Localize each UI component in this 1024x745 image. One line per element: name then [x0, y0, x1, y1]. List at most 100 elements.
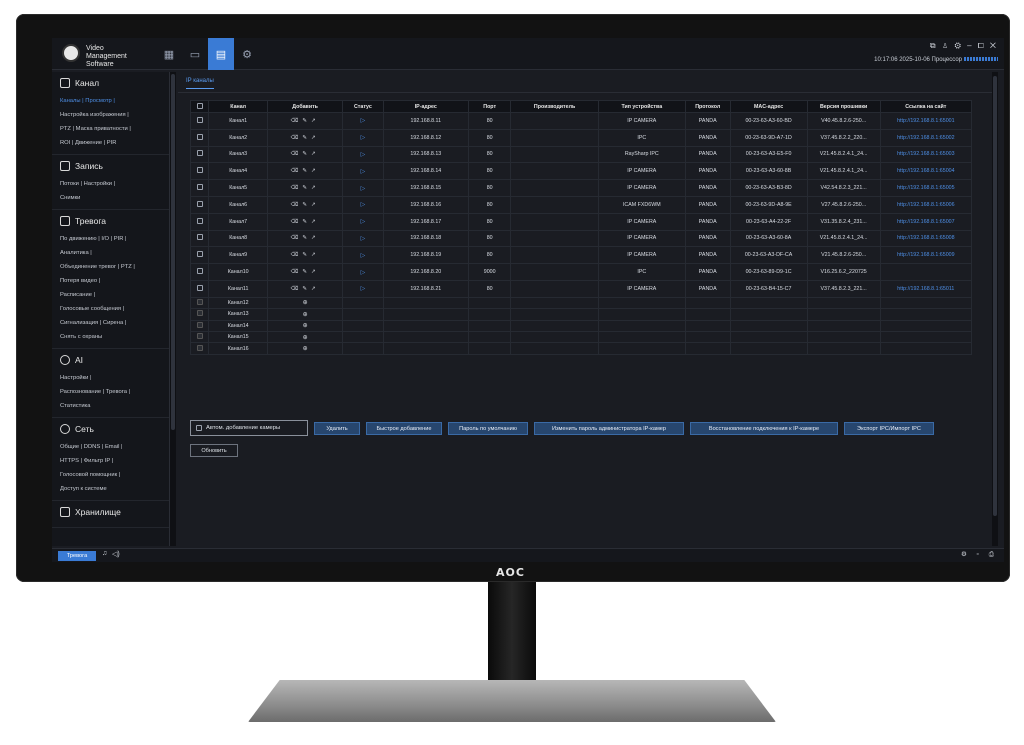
row-checkbox[interactable] [196, 268, 203, 275]
delete-icon[interactable]: ⌫ [291, 252, 303, 258]
link-icon[interactable]: ↗ [311, 118, 320, 124]
sidebar-link[interactable]: PTZ | Маска приватности | [60, 122, 163, 136]
quick-add-button[interactable]: Быстрое добавление [366, 422, 442, 435]
sidebar-section-header[interactable]: AI [60, 355, 163, 365]
sidebar-link[interactable]: Снимки [60, 191, 163, 205]
sidebar-link[interactable]: Потоки | Настройки | [60, 177, 163, 191]
delete-icon[interactable]: ⌫ [291, 118, 303, 124]
table-row[interactable]: Канал16 ⊕ [189, 342, 973, 355]
delete-icon[interactable]: ⌫ [291, 286, 303, 292]
sidebar-section-header[interactable]: Канал [60, 78, 163, 88]
website-link[interactable]: http://192.168.8.1:65007 [879, 212, 973, 231]
website-link[interactable]: http://192.168.8.1:65011 [879, 279, 973, 298]
row-checkbox[interactable] [196, 217, 203, 224]
sidebar-link[interactable]: ROI | Движение | PIR [60, 136, 163, 150]
refresh-button[interactable]: Обновить [190, 444, 238, 457]
link-icon[interactable]: ↗ [311, 135, 320, 141]
play-icon[interactable]: ▷ [361, 219, 366, 225]
edit-icon[interactable]: ✎ [302, 286, 311, 292]
restore-connection-button[interactable]: Восстановление подключения к IP-камере [690, 422, 838, 435]
add-channel-icon[interactable]: ⊕ [303, 346, 308, 352]
delete-icon[interactable]: ⌫ [291, 151, 303, 157]
sidebar-scrollbar[interactable] [170, 72, 176, 546]
edit-icon[interactable]: ✎ [302, 202, 311, 208]
edit-icon[interactable]: ✎ [302, 252, 311, 258]
sidebar-link[interactable]: Объединение тревог | PTZ | [60, 260, 163, 274]
sidebar-link[interactable]: Распознование | Тревога | [60, 385, 163, 399]
edit-icon[interactable]: ✎ [302, 118, 311, 124]
table-row[interactable]: Канал15 ⊕ [189, 330, 973, 344]
sidebar-link[interactable]: Сигнализация | Сирена | [60, 316, 163, 330]
edit-icon[interactable]: ✎ [302, 135, 311, 141]
sidebar-section-header[interactable]: Тревога [60, 216, 163, 226]
link-icon[interactable]: ↗ [311, 151, 320, 157]
sidebar-section-header[interactable]: Сеть [60, 424, 163, 434]
edit-icon[interactable]: ✎ [302, 269, 311, 275]
edit-icon[interactable]: ✎ [302, 168, 311, 174]
alarm-button[interactable]: Тревога [58, 551, 96, 561]
website-link[interactable]: http://192.168.8.1:65001 [879, 112, 973, 130]
camera-icon[interactable]: ▭ [182, 38, 208, 70]
row-checkbox[interactable] [196, 284, 203, 291]
add-channel-icon[interactable]: ⊕ [303, 335, 308, 341]
website-link[interactable]: http://192.168.8.1:65002 [879, 128, 973, 147]
select-all-checkbox[interactable] [196, 102, 203, 109]
table-row[interactable]: Канал5 ⌫✎↗ ▷ 192.168.8.15 80 IP CAMERA PANDA 00… [189, 179, 973, 197]
default-password-button[interactable]: Пароль по умолчанию [448, 422, 528, 435]
add-channel-icon[interactable]: ⊕ [303, 312, 308, 318]
link-icon[interactable]: ↗ [311, 168, 320, 174]
link-icon[interactable]: ↗ [311, 269, 320, 275]
row-checkbox[interactable] [196, 150, 203, 157]
sidebar-link[interactable]: Настройки | [60, 371, 163, 385]
row-checkbox[interactable] [196, 184, 203, 191]
table-row[interactable]: Канал2 ⌫✎↗ ▷ 192.168.8.12 80 IPC PANDA 00-23-63… [189, 128, 973, 147]
table-row[interactable]: Канал3 ⌫✎↗ ▷ 192.168.8.13 80 RaySharp IPC PAND… [189, 145, 973, 164]
sidebar-link[interactable]: Расписание | [60, 288, 163, 302]
edit-icon[interactable]: ✎ [302, 151, 311, 157]
delete-icon[interactable]: ⌫ [291, 185, 303, 191]
tab-ip-channels[interactable]: IP каналы [186, 78, 214, 89]
link-icon[interactable]: ↗ [311, 235, 320, 241]
table-row[interactable]: Канал1 ⌫✎↗ ▷ 192.168.8.11 80 IP CAMERA PANDA 00… [189, 112, 973, 130]
window-controls[interactable]: ⧉ ♙ ⚙ – ⧠ ✕ [930, 41, 998, 51]
link-icon[interactable]: ↗ [311, 219, 320, 225]
edit-icon[interactable]: ✎ [302, 185, 311, 191]
sidebar-section-header[interactable]: Хранилище [60, 507, 163, 517]
table-row[interactable]: Канал4 ⌫✎↗ ▷ 192.168.8.14 80 IP CAMERA PANDA 00… [189, 162, 973, 181]
table-row[interactable]: Канал14 ⊕ [189, 319, 973, 332]
play-icon[interactable]: ▷ [361, 186, 366, 192]
export-import-button[interactable]: Экспорт IPC/Импорт IPC [844, 422, 934, 435]
delete-icon[interactable]: ⌫ [291, 168, 303, 174]
delete-icon[interactable]: ⌫ [291, 202, 303, 208]
website-link[interactable]: http://192.168.8.1:65004 [879, 162, 973, 181]
sidebar-link[interactable]: Настройка изображения | [60, 108, 163, 122]
bell-icon[interactable]: ♫ [102, 550, 107, 557]
delete-icon[interactable]: ⌫ [291, 219, 303, 225]
delete-icon[interactable]: ⌫ [291, 269, 303, 275]
change-admin-password-button[interactable]: Изменить пароль администратора IP-камер [534, 422, 684, 435]
add-channel-icon[interactable]: ⊕ [303, 323, 308, 329]
delete-icon[interactable]: ⌫ [291, 235, 303, 241]
main-scrollbar[interactable] [992, 72, 998, 546]
table-row[interactable]: Канал10 ⌫✎↗ ▷ 192.168.8.20 9000 IPC PANDA 00-23… [189, 263, 973, 281]
play-icon[interactable]: ▷ [361, 169, 366, 175]
sidebar-link[interactable]: Каналы | Просмотр | [60, 94, 163, 108]
website-link[interactable]: http://192.168.8.1:65009 [879, 246, 973, 265]
row-checkbox[interactable] [196, 234, 203, 241]
row-checkbox[interactable] [196, 251, 203, 258]
table-row[interactable]: Канал7 ⌫✎↗ ▷ 192.168.8.17 80 IP CAMERA PANDA 00… [189, 212, 973, 231]
grid-icon[interactable]: ▦ [156, 38, 182, 70]
row-checkbox[interactable] [196, 133, 203, 140]
row-checkbox[interactable] [196, 116, 203, 123]
link-icon[interactable]: ↗ [311, 286, 320, 292]
sidebar-link[interactable]: По движению | I/O | PIR | [60, 232, 163, 246]
table-row[interactable]: Канал11 ⌫✎↗ ▷ 192.168.8.21 80 IP CAMERA PANDA 0… [189, 279, 973, 298]
settings-icon[interactable]: ⚙ [234, 38, 260, 70]
website-link[interactable]: http://192.168.8.1:65008 [879, 229, 973, 248]
auto-add-checkbox[interactable]: Автом. добавление камеры [190, 420, 308, 436]
delete-button[interactable]: Удалить [314, 422, 360, 435]
sidebar-link[interactable]: Потеря видео | [60, 274, 163, 288]
play-icon[interactable]: ▷ [361, 236, 366, 242]
table-row[interactable]: Канал9 ⌫✎↗ ▷ 192.168.8.19 80 IP CAMERA PANDA 00… [189, 246, 973, 265]
website-link[interactable]: http://192.168.8.1:65003 [879, 145, 973, 164]
